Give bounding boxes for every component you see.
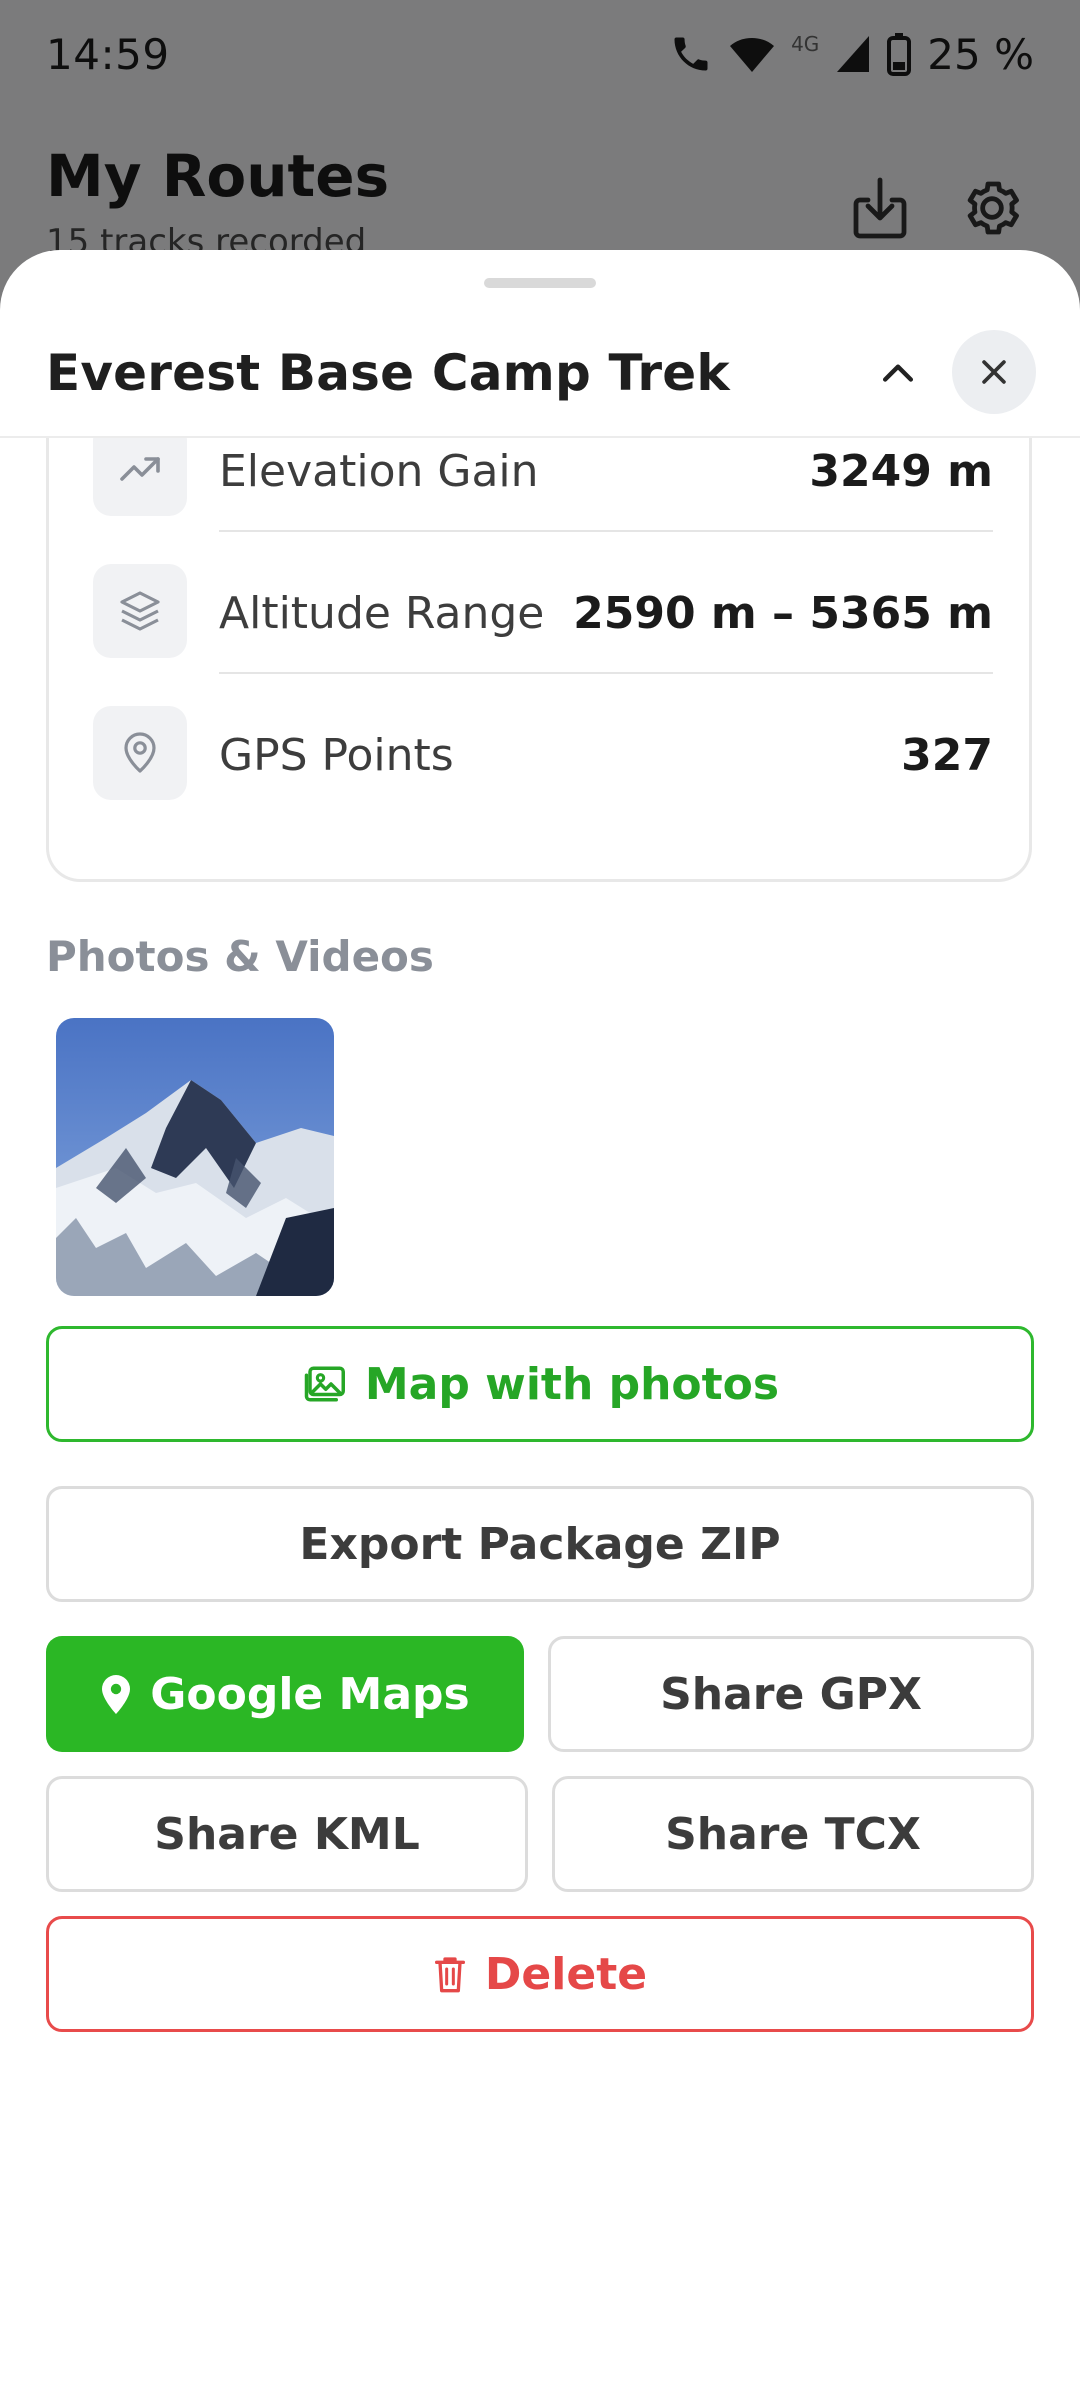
- photo-thumbnail[interactable]: [56, 1018, 334, 1296]
- google-maps-button[interactable]: Google Maps: [46, 1636, 524, 1752]
- export-zip-button[interactable]: Export Package ZIP: [46, 1486, 1034, 1602]
- button-label: Delete: [484, 1948, 648, 2000]
- button-label: Share TCX: [665, 1808, 921, 1860]
- chevron-up-icon: [882, 364, 914, 382]
- button-label: Share GPX: [660, 1668, 922, 1720]
- stat-label: Altitude Range: [219, 588, 545, 639]
- close-icon: [982, 360, 1006, 384]
- collapse-button[interactable]: [862, 338, 934, 410]
- stat-row-altitude-range: Altitude Range 2590 m – 5365 m: [93, 532, 993, 674]
- drag-handle[interactable]: [484, 278, 596, 288]
- location-pin-icon: [93, 706, 187, 800]
- button-label: Export Package ZIP: [299, 1518, 781, 1570]
- track-title: Everest Base Camp Trek: [46, 344, 730, 402]
- share-kml-button[interactable]: Share KML: [46, 1776, 528, 1892]
- stat-value: 327: [901, 730, 993, 781]
- share-gpx-button[interactable]: Share GPX: [548, 1636, 1034, 1752]
- stat-label: GPS Points: [219, 730, 454, 781]
- stats-card: Elevation Gain 3249 m Altitude Range 259…: [46, 390, 1032, 882]
- button-label: Share KML: [154, 1808, 420, 1860]
- share-tcx-button[interactable]: Share TCX: [552, 1776, 1034, 1892]
- layers-icon: [93, 564, 187, 658]
- stat-value: 2590 m – 5365 m: [573, 588, 993, 639]
- mountain-photo: [56, 1018, 334, 1296]
- photos-section-label: Photos & Videos: [46, 932, 434, 981]
- stat-value: 3249 m: [809, 446, 993, 497]
- stat-label: Elevation Gain: [219, 446, 539, 497]
- track-details-sheet: Elevation Gain 3249 m Altitude Range 259…: [0, 250, 1080, 2400]
- sheet-header: Everest Base Camp Trek: [0, 310, 1080, 438]
- map-with-photos-button[interactable]: Map with photos: [46, 1326, 1034, 1442]
- map-pin-icon: [102, 1675, 131, 1714]
- delete-button[interactable]: Delete: [46, 1916, 1034, 2032]
- close-button[interactable]: [952, 330, 1036, 414]
- image-gallery-icon: [304, 1366, 345, 1402]
- button-label: Map with photos: [364, 1358, 780, 1410]
- button-label: Google Maps: [150, 1668, 470, 1720]
- stat-row-gps-points: GPS Points 327: [93, 674, 993, 816]
- trash-icon: [434, 1957, 465, 1993]
